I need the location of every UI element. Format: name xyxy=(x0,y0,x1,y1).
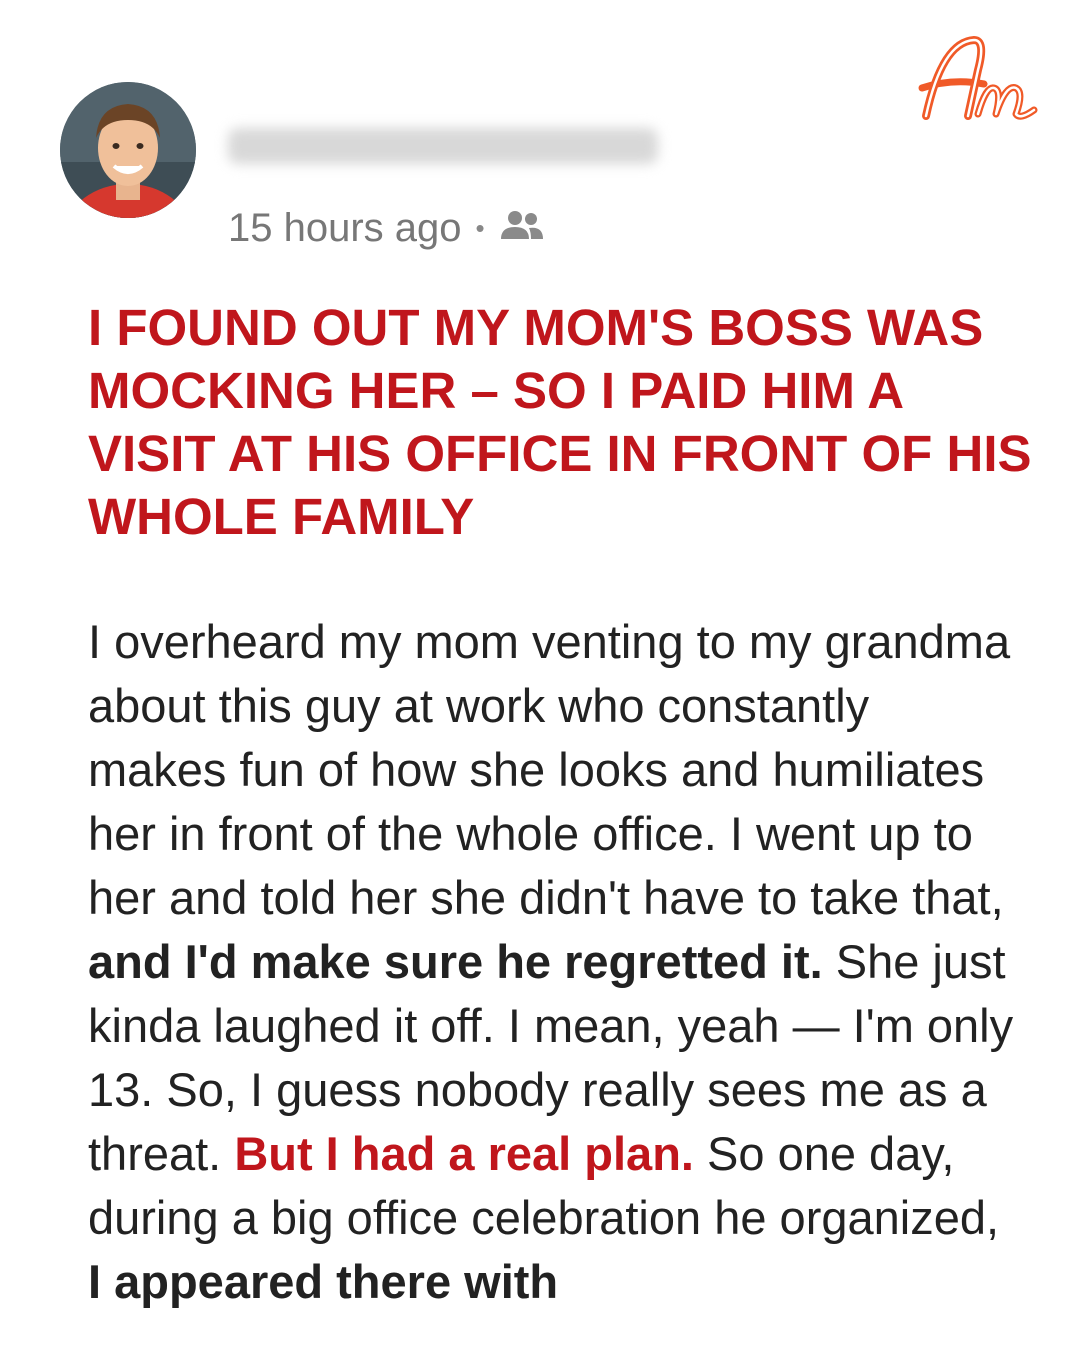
story-bold-text: I appeared there with xyxy=(88,1255,559,1308)
story-body: I overheard my mom venting to my grandma… xyxy=(88,610,1018,1314)
author-avatar[interactable] xyxy=(60,82,196,218)
story-headline[interactable]: I FOUND OUT MY MOM'S BOSS WAS MOCKING HE… xyxy=(88,296,1038,548)
story-bold-text: and I'd make sure he regretted it. xyxy=(88,935,823,988)
story-highlight-text: But I had a real plan. xyxy=(234,1127,694,1180)
author-name-blurred[interactable] xyxy=(228,128,658,164)
friends-icon[interactable] xyxy=(499,206,545,251)
avatar-photo xyxy=(60,82,196,218)
post-time: 15 hours ago xyxy=(228,205,462,250)
brand-logo[interactable] xyxy=(912,28,1052,132)
meta-separator: • xyxy=(475,212,485,243)
post-meta: 15 hours ago • xyxy=(228,200,545,256)
story-text: I overheard my mom venting to my grandma… xyxy=(88,615,1011,924)
